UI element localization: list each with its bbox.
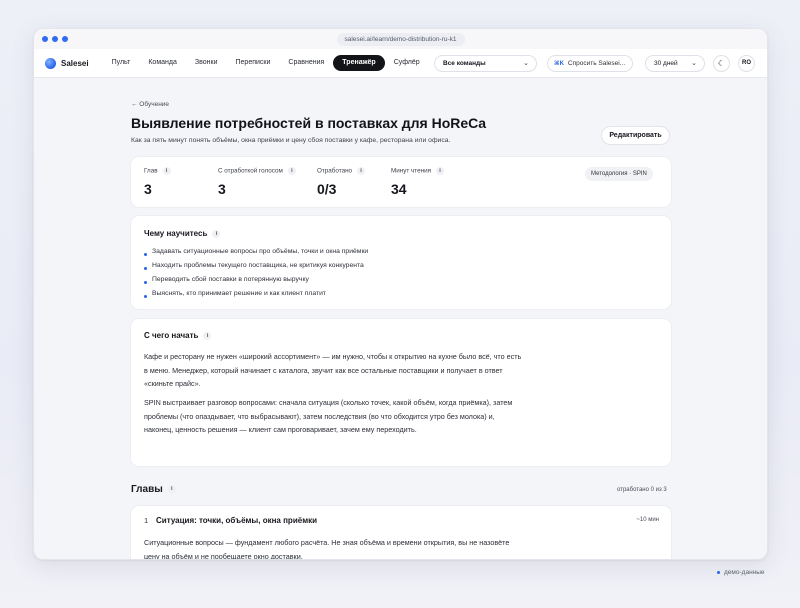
start-card: С чего начать i Кафе и ресторану не нужен… (131, 319, 671, 466)
stat-value: 3 (218, 181, 226, 197)
stat-label: Минут чтения (391, 167, 432, 175)
maximize-window-dot[interactable] (62, 36, 68, 42)
bullet-icon (144, 266, 147, 270)
bullet-icon (144, 294, 147, 298)
stat-label: С отработкой голосом (218, 167, 283, 175)
learn-card: Чему научитесь i Задавать ситуационные во… (131, 216, 671, 309)
stat-value: 34 (391, 181, 407, 197)
chapters-heading: Главы i (131, 484, 176, 495)
stat-value: 0/3 (317, 181, 337, 197)
chapters-progress: отработано 0 из 3 (617, 487, 667, 493)
intro-paragraph: Кафе и ресторану не нужен «широкий ассор… (144, 352, 522, 388)
list-item: Находить проблемы текущего поставщика, н… (144, 262, 364, 270)
tab-team[interactable]: Команда (139, 55, 186, 71)
learn-card-title: Чему научитесь i (144, 229, 221, 238)
chevron-down-icon: ⌄ (523, 60, 529, 67)
stat-chapters: Глав i 3 (144, 167, 171, 197)
address-bar[interactable]: salesei.ai/learn/demo-distribution-ru-k1 (336, 33, 465, 46)
team-select-value: Все команды (443, 60, 486, 67)
ask-salesei-button[interactable]: ⌘K Спросить Salesei... (547, 55, 633, 72)
close-window-dot[interactable] (42, 36, 48, 42)
chapter-description: Ситуационные вопросы — фундамент любого … (144, 538, 510, 560)
info-icon[interactable]: i (436, 167, 445, 175)
back-link[interactable]: ← Обучение (131, 101, 169, 108)
bullet-icon (144, 252, 147, 256)
info-icon[interactable]: i (162, 167, 171, 175)
demo-data-label: демо-данные (717, 569, 765, 576)
info-icon[interactable]: i (167, 485, 176, 494)
minimize-window-dot[interactable] (52, 36, 58, 42)
info-icon[interactable]: i (287, 167, 296, 175)
stat-label: Отработано (317, 167, 353, 175)
info-icon[interactable]: i (203, 331, 212, 340)
info-icon[interactable]: i (357, 167, 366, 175)
tab-chats[interactable]: Переписки (227, 55, 280, 71)
list-item: Задавать ситуационные вопросы про объёмы… (144, 248, 368, 256)
start-card-title: С чего начать i (144, 331, 212, 340)
tab-prompter[interactable]: Суфлёр (385, 55, 429, 71)
team-select[interactable]: Все команды ⌄ (434, 55, 537, 72)
chapter-duration: ~10 мин (636, 517, 659, 523)
stat-reading-minutes: Минут чтения i 34 (391, 167, 445, 197)
methodology-badge: Методология · SPIN (585, 167, 653, 181)
brand-name: Salesei (61, 58, 89, 68)
status-dot-icon (717, 570, 720, 574)
user-avatar[interactable]: RO (738, 55, 755, 72)
main-content: ← Обучение Выявление потребностей в пост… (34, 78, 767, 560)
list-item: Переводить сбой поставки в потерянную вы… (144, 276, 309, 284)
browser-titlebar: salesei.ai/learn/demo-distribution-ru-k1 (34, 29, 767, 49)
list-item: Выяснять, кто принимает решение и как кл… (144, 290, 326, 298)
chapter-number: 1 (144, 516, 149, 525)
tab-pult[interactable]: Пульт (103, 55, 140, 71)
shortcut-badge: ⌘K (554, 61, 564, 67)
top-nav: Salesei Пульт Команда Звонки Переписки С… (34, 49, 767, 78)
stat-voice-practice: С отработкой голосом i 3 (218, 167, 296, 197)
page-title: Выявление потребностей в поставках для H… (131, 115, 487, 131)
chevron-down-icon: ⌄ (691, 60, 697, 67)
info-icon[interactable]: i (212, 229, 221, 238)
nav-tabs: Пульт Команда Звонки Переписки Сравнения… (103, 55, 429, 71)
app-window: salesei.ai/learn/demo-distribution-ru-k1… (33, 28, 768, 560)
page-subtitle: Как за пять минут понять объёмы, окна пр… (131, 137, 451, 144)
bullet-icon (144, 280, 147, 284)
stats-card: Глав i 3 С отработкой голосом i 3 Отработа… (131, 157, 671, 207)
chapter-title: Ситуация: точки, объёмы, окна приёмки (156, 516, 318, 525)
edit-button[interactable]: Редактировать (601, 126, 670, 145)
theme-toggle-moon-icon[interactable]: ☾ (713, 55, 730, 72)
tab-trainer[interactable]: Тренажёр (333, 55, 385, 71)
tab-comparisons[interactable]: Сравнения (279, 55, 333, 71)
stat-completed: Отработано i 0/3 (317, 167, 366, 197)
intro-paragraph: SPIN выстраивает разговор вопросами: сна… (144, 398, 513, 434)
chapter-card[interactable]: 1 Ситуация: точки, объёмы, окна приёмки … (131, 506, 671, 560)
tab-calls[interactable]: Звонки (186, 55, 227, 71)
salesei-logo-icon (45, 57, 56, 69)
window-controls (42, 36, 68, 42)
period-select[interactable]: 30 дней ⌄ (645, 55, 705, 72)
period-select-value: 30 дней (654, 60, 678, 67)
stat-label: Глав (144, 167, 158, 175)
ask-salesei-label: Спросить Salesei... (567, 60, 626, 67)
stat-value: 3 (144, 181, 152, 197)
